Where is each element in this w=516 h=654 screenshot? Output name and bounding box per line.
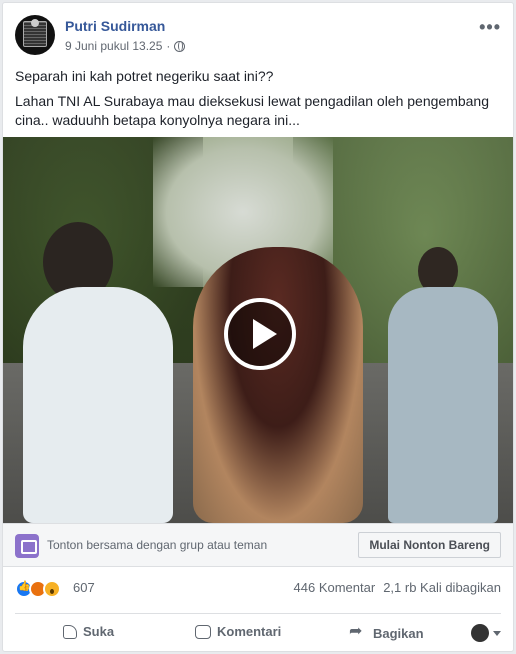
share-icon — [349, 621, 367, 642]
post-paragraph-2: Lahan TNI AL Surabaya mau dieksekusi lew… — [15, 93, 489, 128]
reaction-count[interactable]: 607 — [73, 580, 95, 595]
action-bar: Suka Komentari Bagikan — [15, 613, 501, 649]
watch-party-bar: Tonton bersama dengan grup atau teman Mu… — [3, 523, 513, 567]
actor-selector[interactable] — [471, 624, 501, 642]
globe-icon[interactable] — [174, 40, 186, 52]
author-avatar[interactable] — [15, 15, 55, 55]
comment-button[interactable]: Komentari — [195, 624, 281, 639]
post-stats: 607 446 Komentar 2,1 rb Kali dibagikan — [15, 577, 501, 601]
post-header: Putri Sudirman 9 Juni pukul 13.25 · ••• — [15, 15, 501, 59]
like-button[interactable]: Suka — [63, 624, 114, 639]
play-button-icon[interactable] — [224, 298, 296, 370]
share-count[interactable]: 2,1 rb Kali dibagikan — [383, 580, 501, 595]
like-label: Suka — [83, 624, 115, 639]
reactions-summary[interactable] — [15, 580, 61, 598]
avatar-figure — [31, 19, 39, 27]
more-options-icon[interactable]: ••• — [479, 17, 501, 38]
author-name[interactable]: Putri Sudirman — [65, 18, 165, 34]
video-scene-person-center — [193, 247, 363, 523]
post-card: Putri Sudirman 9 Juni pukul 13.25 · ••• … — [2, 2, 514, 652]
share-label: Bagikan — [373, 625, 424, 641]
actor-avatar — [471, 624, 489, 642]
post-meta: 9 Juni pukul 13.25 · — [65, 39, 186, 53]
start-watch-party-button[interactable]: Mulai Nonton Bareng — [358, 532, 501, 558]
share-button[interactable]: Bagikan — [349, 621, 424, 642]
post-timestamp[interactable]: 9 Juni pukul 13.25 — [65, 39, 162, 53]
video-scene-person-right — [388, 287, 498, 523]
watch-party-text: Tonton bersama dengan grup atau teman — [47, 538, 268, 552]
thumbs-up-icon — [63, 624, 77, 639]
wow-reaction-icon — [43, 580, 61, 598]
comment-icon — [195, 624, 211, 639]
video-scene-person-left — [23, 287, 173, 523]
separator: · — [166, 39, 171, 53]
engagement-counts: 446 Komentar 2,1 rb Kali dibagikan — [294, 580, 501, 595]
post-paragraph-1: Separah ini kah potret negeriku saat ini… — [15, 68, 274, 84]
video-player[interactable] — [3, 137, 513, 523]
watch-party-icon — [15, 534, 39, 558]
comment-label: Komentari — [217, 624, 282, 639]
post-text: Separah ini kah potret negeriku saat ini… — [15, 67, 501, 136]
comment-count[interactable]: 446 Komentar — [294, 580, 376, 595]
chevron-down-icon — [493, 630, 501, 636]
